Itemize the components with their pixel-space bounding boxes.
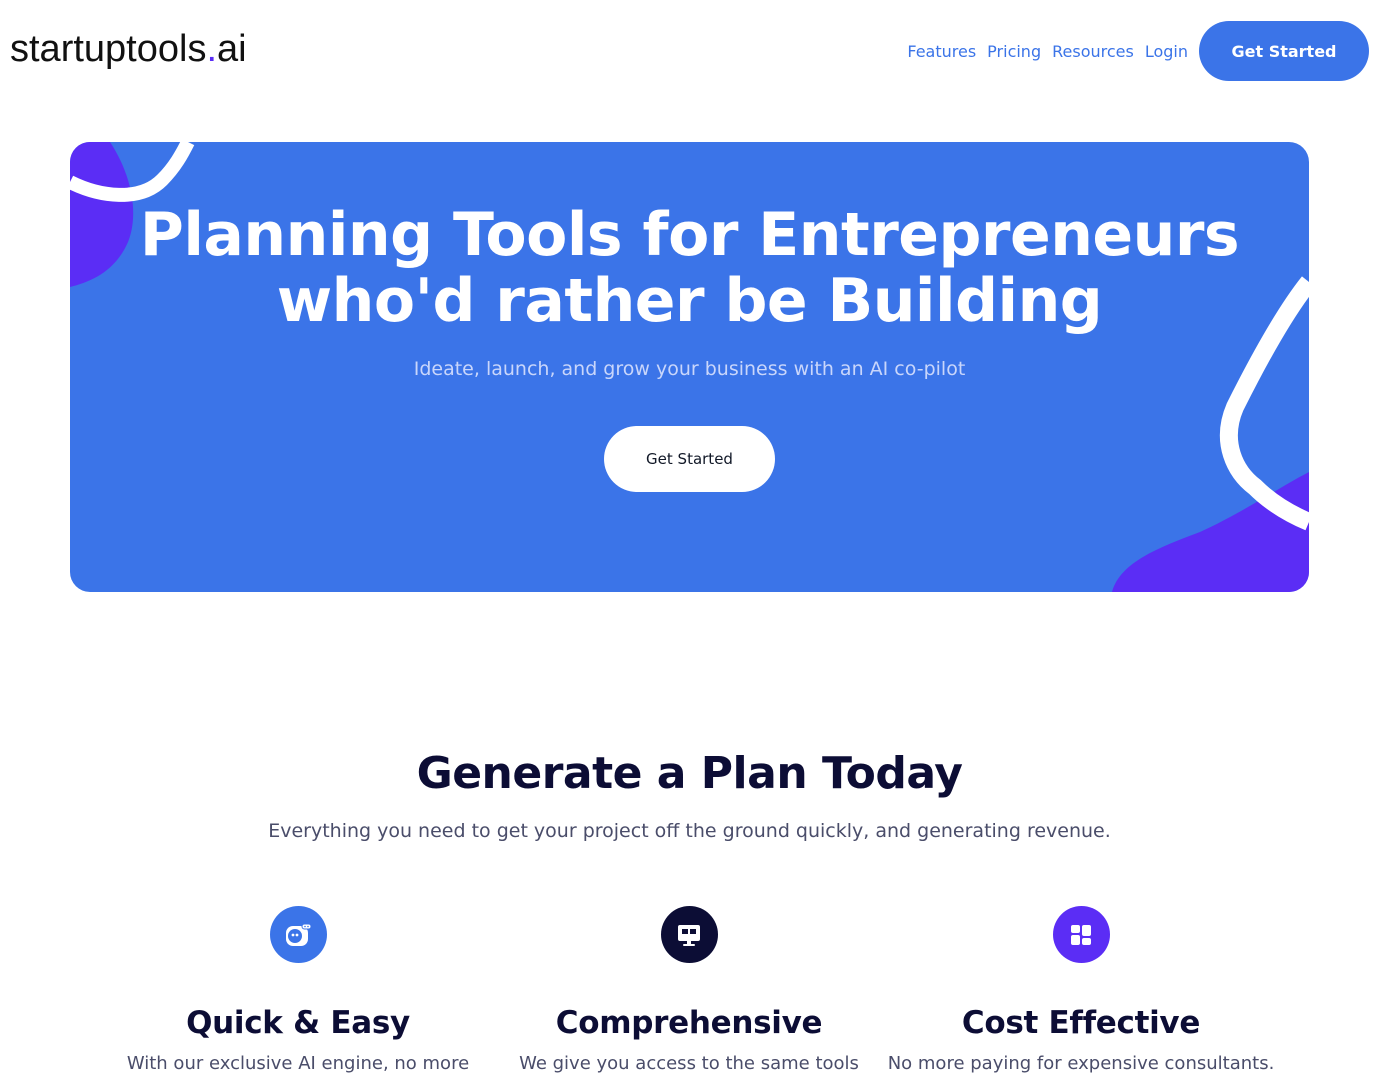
- feature-icon-circle: [269, 906, 327, 963]
- hero-title-line-2: who'd rather be Building: [276, 266, 1103, 336]
- main-nav: Features Pricing Resources Login Get Sta…: [907, 21, 1369, 81]
- decor-blob-bottom-right: [1112, 472, 1309, 592]
- feature-cost-effective: Cost Effective No more paying for expens…: [885, 906, 1277, 1074]
- feature-description: We give you access to the same tools: [519, 1053, 859, 1074]
- nav-link-pricing[interactable]: Pricing: [987, 42, 1041, 61]
- hero-title: Planning Tools for Entrepreneurs who'd r…: [70, 202, 1309, 334]
- dashboard-icon: [1071, 924, 1091, 945]
- section-subtitle: Everything you need to get your project …: [268, 820, 1111, 842]
- hero-banner: Planning Tools for Entrepreneurs who'd r…: [70, 142, 1309, 592]
- feature-icon-circle: [660, 906, 718, 963]
- feature-title: Quick & Easy: [186, 1005, 410, 1041]
- robot-icon: [286, 923, 312, 946]
- feature-description: With our exclusive AI engine, no more: [126, 1053, 470, 1074]
- feature-quick-easy: Quick & Easy With our exclusive AI engin…: [102, 906, 494, 1074]
- feature-comprehensive: Comprehensive We give you access to the …: [493, 906, 885, 1074]
- hero-subtitle: Ideate, launch, and grow your business w…: [413, 358, 966, 380]
- feature-icon-circle: [1052, 906, 1110, 963]
- feature-description: No more paying for expensive consultants…: [887, 1053, 1275, 1074]
- nav-link-login[interactable]: Login: [1145, 42, 1188, 61]
- nav-link-resources[interactable]: Resources: [1052, 42, 1134, 61]
- site-header: startuptools.ai Features Pricing Resourc…: [0, 0, 1379, 102]
- header-get-started-button[interactable]: Get Started: [1199, 21, 1369, 81]
- monitor-icon: [678, 924, 700, 946]
- logo-main: startuptools: [10, 28, 207, 70]
- logo-dot: .: [206, 28, 218, 70]
- hero-title-line-1: Planning Tools for Entrepreneurs: [139, 200, 1240, 270]
- feature-title: Comprehensive: [555, 1005, 823, 1041]
- hero-get-started-button[interactable]: Get Started: [604, 426, 775, 492]
- feature-title: Cost Effective: [961, 1005, 1201, 1041]
- section-title: Generate a Plan Today: [416, 748, 963, 799]
- logo[interactable]: startuptools.ai: [10, 28, 247, 71]
- nav-link-features[interactable]: Features: [907, 42, 976, 61]
- logo-tld: ai: [217, 28, 247, 70]
